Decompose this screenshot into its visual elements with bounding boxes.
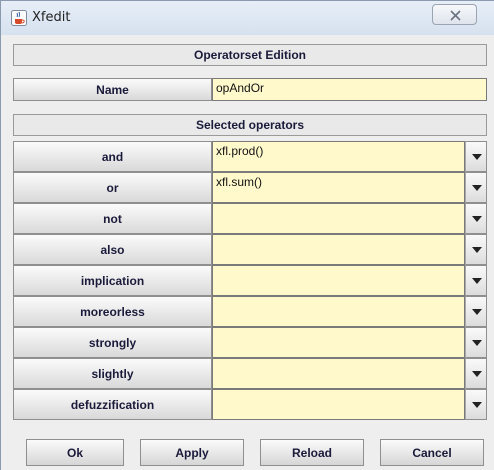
chevron-down-icon [472,185,482,191]
operator-row-implication: implication [13,265,487,296]
apply-button[interactable]: Apply [140,439,244,466]
operator-row-defuzzification: defuzzification [13,389,487,420]
action-buttons: Ok Apply Reload Cancel [13,439,487,467]
operator-field-defuzzification[interactable] [212,389,465,420]
operator-dropdown-moreorless[interactable] [465,296,487,327]
chevron-down-icon [472,402,482,408]
operator-dropdown-not[interactable] [465,203,487,234]
reload-button[interactable]: Reload [260,439,364,466]
operator-dropdown-or[interactable] [465,172,487,203]
chevron-down-icon [472,247,482,253]
chevron-down-icon [472,154,482,160]
operator-field-slightly[interactable] [212,358,465,389]
operator-dropdown-slightly[interactable] [465,358,487,389]
operatorset-edition-header: Operatorset Edition [13,44,487,66]
name-label-button[interactable]: Name [13,78,212,101]
editor-panel: Operatorset Edition Name opAndOr Selecte… [13,44,487,469]
java-cup-icon [11,10,27,26]
operator-dropdown-also[interactable] [465,234,487,265]
operator-dropdown-and[interactable] [465,141,487,172]
operator-row-moreorless: moreorless [13,296,487,327]
operator-row-strongly: strongly [13,327,487,358]
operator-field-implication[interactable] [212,265,465,296]
window-title: Xfedit [32,10,71,25]
selected-operators-header: Selected operators [13,114,487,136]
operator-dropdown-defuzzification[interactable] [465,389,487,420]
operator-field-or[interactable]: xfl.sum() [212,172,465,203]
operator-button-strongly[interactable]: strongly [13,327,212,358]
close-button[interactable] [432,4,477,25]
chevron-down-icon [472,216,482,222]
operator-button-also[interactable]: also [13,234,212,265]
operator-field-moreorless[interactable] [212,296,465,327]
operator-dropdown-implication[interactable] [465,265,487,296]
operator-row-or: or xfl.sum() [13,172,487,203]
xfedit-window: Xfedit Operatorset Edition Name opAndOr … [0,0,494,470]
operator-button-implication[interactable]: implication [13,265,212,296]
operator-row-slightly: slightly [13,358,487,389]
chevron-down-icon [472,309,482,315]
operator-field-also[interactable] [212,234,465,265]
ok-button[interactable]: Ok [26,439,124,466]
operator-row-not: not [13,203,487,234]
chevron-down-icon [472,371,482,377]
cancel-button[interactable]: Cancel [380,439,484,466]
chevron-down-icon [472,278,482,284]
operator-button-and[interactable]: and [13,141,212,172]
operator-field-not[interactable] [212,203,465,234]
chevron-down-icon [472,340,482,346]
operator-dropdown-strongly[interactable] [465,327,487,358]
operator-button-or[interactable]: or [13,172,212,203]
title-bar[interactable]: Xfedit [1,1,494,35]
operator-button-not[interactable]: not [13,203,212,234]
close-icon [450,10,461,21]
operator-field-and[interactable]: xfl.prod() [212,141,465,172]
name-field[interactable]: opAndOr [212,78,487,101]
operator-button-defuzzification[interactable]: defuzzification [13,389,212,420]
operator-button-slightly[interactable]: slightly [13,358,212,389]
operator-row-also: also [13,234,487,265]
operator-button-moreorless[interactable]: moreorless [13,296,212,327]
operator-field-strongly[interactable] [212,327,465,358]
operator-row-and: and xfl.prod() [13,141,487,172]
name-row: Name opAndOr [13,78,487,101]
